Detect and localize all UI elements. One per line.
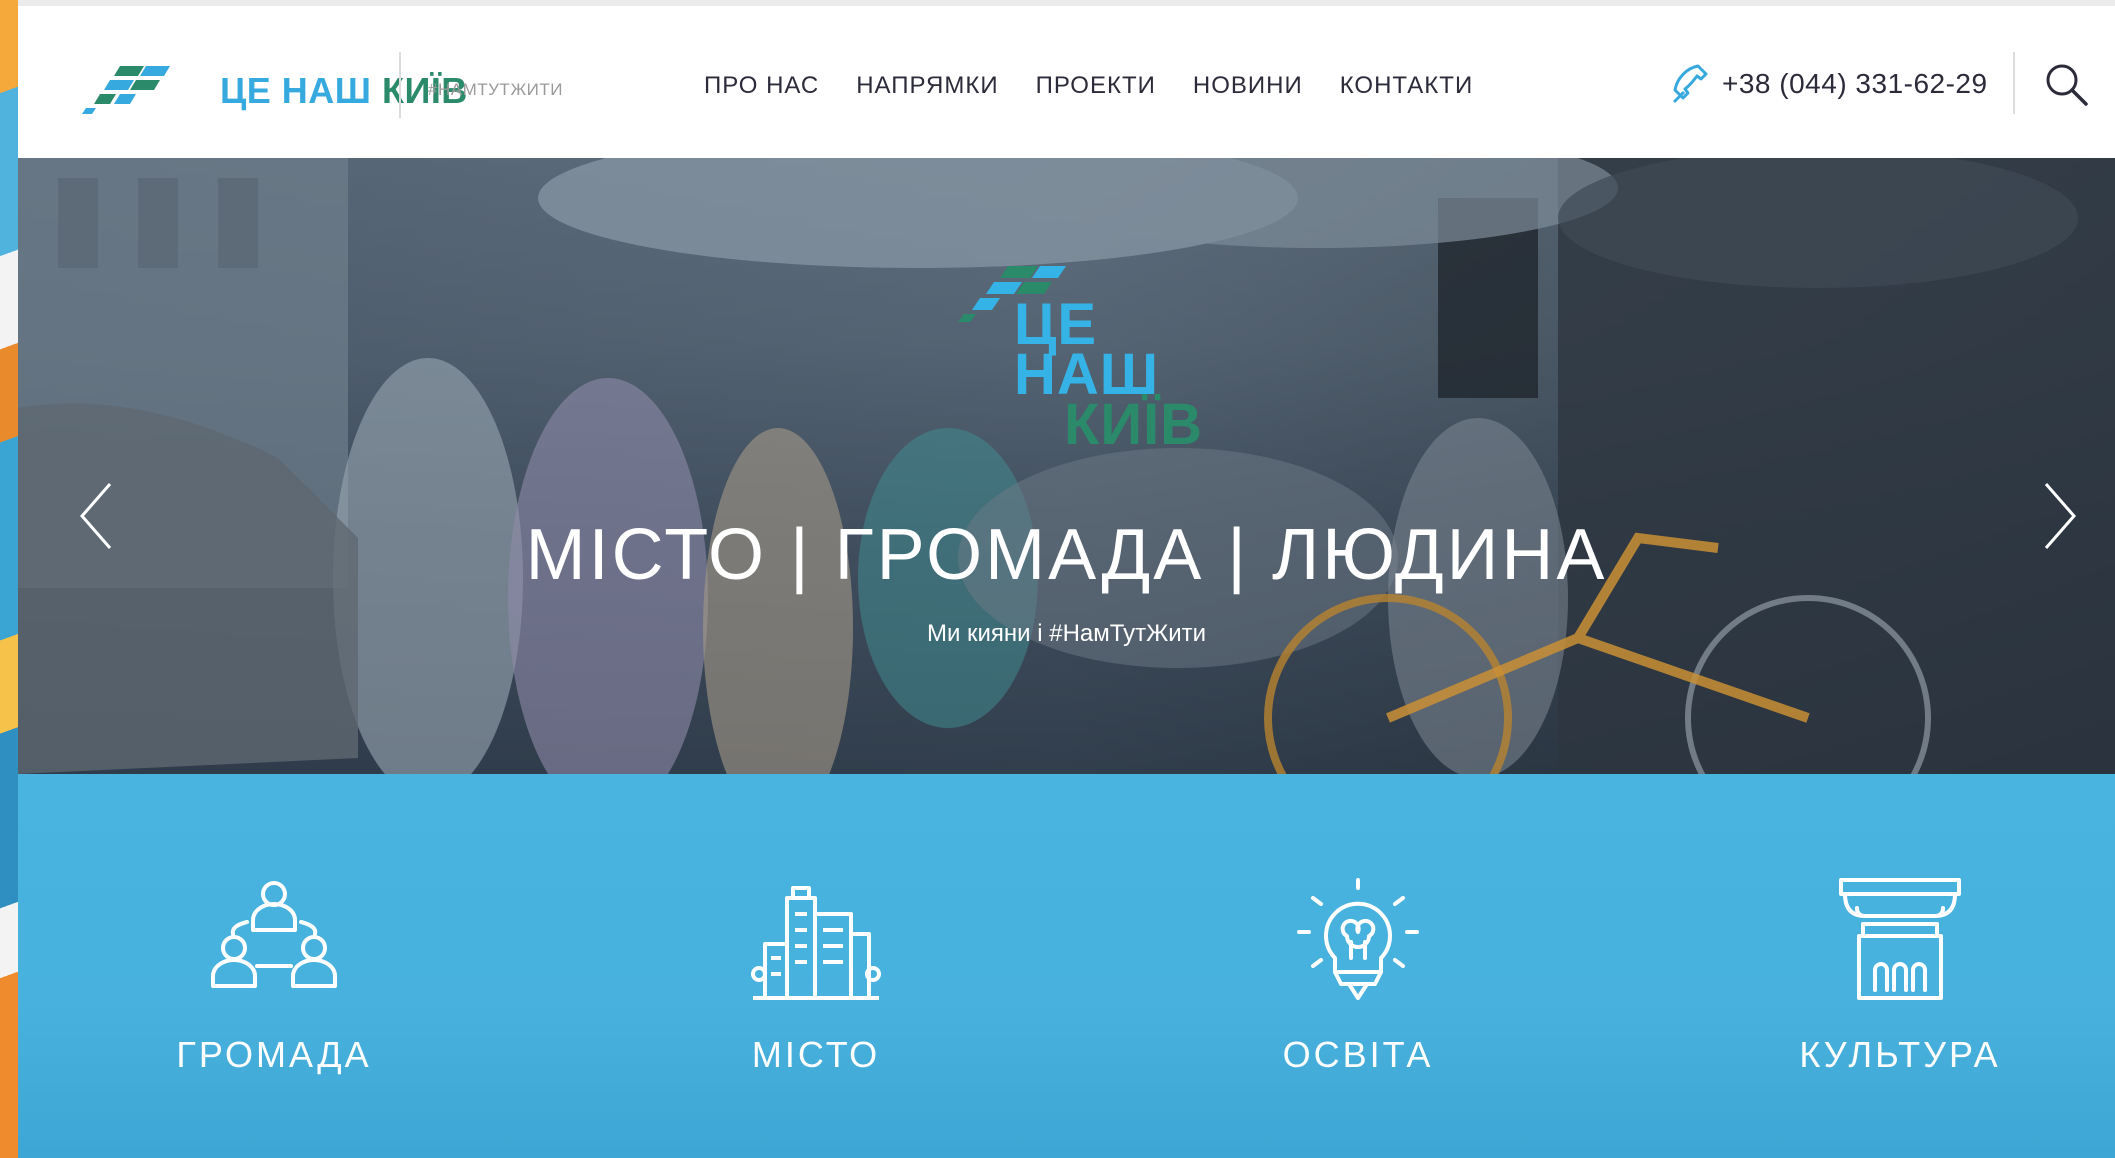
nav-item-about[interactable]: ПРО НАС [704, 72, 819, 100]
category-label: ГРОМАДА [176, 1034, 372, 1075]
city-icon [751, 886, 881, 1000]
page: ЦЕ НАШ КИЇВ #НАМТУТЖИТИ ПРО НАС НАПРЯМКИ… [18, 6, 2115, 1158]
header-hashtag: #НАМТУТЖИТИ [428, 80, 564, 99]
category-band: ГРОМАДА МІСТО ОСВІТА КУЛЬТУРА [18, 774, 2115, 1158]
logo-text-part1: ЦЕ НАШ [220, 70, 372, 111]
category-culture[interactable]: КУЛЬТУРА [1750, 874, 2050, 1076]
header-divider [399, 52, 401, 118]
category-label: КУЛЬТУРА [1799, 1034, 2001, 1075]
lightbulb-icon [1297, 878, 1419, 1000]
hero-slider: ЦЕ НАШ КИЇВ МІСТО | ГРОМАДА | ЛЮДИНА Ми … [18, 158, 2115, 774]
category-city[interactable]: МІСТО [666, 874, 966, 1076]
column-icon [1839, 878, 1961, 1000]
phone-icon [1672, 64, 1708, 104]
site-logo[interactable]: ЦЕ НАШ КИЇВ [80, 60, 467, 120]
logo-mark-icon [82, 66, 170, 114]
nav-item-news[interactable]: НОВИНИ [1193, 72, 1303, 100]
header-divider-right [2013, 52, 2015, 114]
hero-logo-line1: ЦЕ НАШ [1014, 292, 1160, 407]
category-label: МІСТО [751, 1034, 881, 1075]
category-label: ОСВІТА [1282, 1034, 1434, 1075]
nav-item-projects[interactable]: ПРОЕКТИ [1036, 72, 1156, 100]
category-community[interactable]: ГРОМАДА [124, 874, 424, 1076]
community-icon [211, 881, 337, 988]
nav-item-directions[interactable]: НАПРЯМКИ [856, 72, 998, 100]
hero-background-image [18, 158, 2115, 774]
hero-logo-line2: КИЇВ [1064, 392, 1203, 457]
search-icon[interactable] [2042, 60, 2090, 108]
phone-number[interactable]: +38 (044) 331-62-29 [1722, 68, 1988, 100]
category-education[interactable]: ОСВІТА [1208, 874, 1508, 1076]
site-header: ЦЕ НАШ КИЇВ #НАМТУТЖИТИ ПРО НАС НАПРЯМКИ… [18, 6, 2115, 158]
hero-subtitle: Ми кияни і #НамТутЖити [926, 620, 1207, 647]
hero-logo: ЦЕ НАШ КИЇВ [958, 258, 1238, 454]
nav-item-contacts[interactable]: КОНТАКТИ [1340, 72, 1473, 100]
slider-prev-arrow-icon[interactable] [74, 478, 118, 554]
slider-next-arrow-icon[interactable] [2038, 478, 2082, 554]
hero-title: МІСТО | ГРОМАДА | ЛЮДИНА [525, 515, 1608, 595]
hero-logo-text: ЦЕ НАШ КИЇВ [1014, 292, 1238, 457]
main-nav: ПРО НАС НАПРЯМКИ ПРОЕКТИ НОВИНИ КОНТАКТИ [704, 72, 1510, 100]
background-strip [0, 0, 18, 1158]
